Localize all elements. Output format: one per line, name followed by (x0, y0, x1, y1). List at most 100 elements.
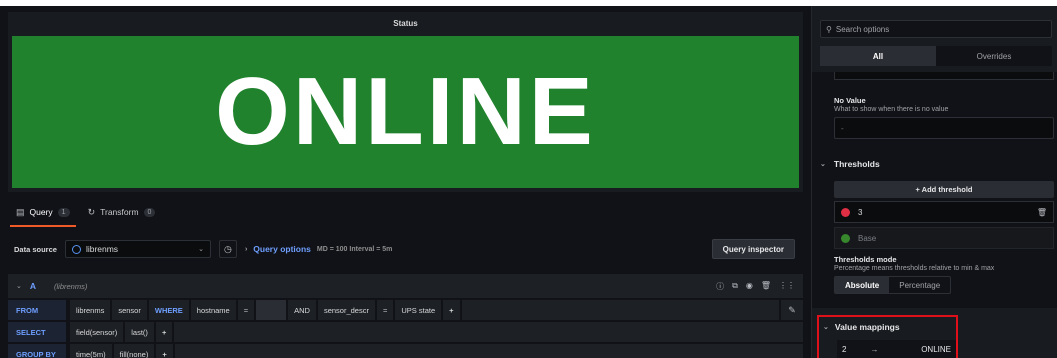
mode-percentage[interactable]: Percentage (889, 277, 950, 293)
search-input[interactable] (835, 24, 1036, 34)
add-select-button[interactable]: + (155, 322, 173, 342)
database-icon: ▤ (16, 206, 25, 217)
where-keyword: WHERE (148, 300, 189, 320)
where-value-redacted[interactable] (256, 300, 287, 320)
where-tag-hostname[interactable]: hostname (190, 300, 236, 320)
groupby-fill[interactable]: fill(none) (113, 344, 155, 358)
query-header[interactable]: ⌄ A (librenms) ⓘ ⧉ ◉ 🗑 ⋮⋮ (8, 274, 803, 298)
panel-title[interactable]: Status (8, 12, 803, 36)
chevron-down-icon: ⌄ (820, 161, 826, 168)
datasource-row: Data source librenms ⌄ ◷ › Query options… (8, 234, 803, 264)
pencil-icon: ✎ (788, 304, 796, 315)
datasource-icon (71, 244, 81, 254)
value-mapping-row[interactable]: 2 → ONLINE (837, 340, 956, 358)
groupby-time[interactable]: time(5m) (70, 344, 112, 358)
editor-area: Status ONLINE ▤ Query 1 ↻ Transform 0 Da… (0, 6, 811, 358)
add-where-button[interactable]: + (443, 300, 460, 320)
query-options-toggle[interactable]: › Query options MD = 100 Interval = 5m (245, 244, 392, 254)
no-value-desc: What to show when there is no value (834, 106, 949, 113)
tab-transform-label: Transform (100, 207, 139, 217)
value-mappings-highlight: ⌄ Value mappings 2 → ONLINE (817, 315, 958, 358)
select-aggregation[interactable]: last() (125, 322, 154, 342)
and-keyword[interactable]: AND (288, 300, 316, 320)
query-letter[interactable]: A (30, 281, 36, 291)
tab-query[interactable]: ▤ Query 1 (10, 200, 76, 227)
query-inspector-button[interactable]: Query inspector (711, 239, 795, 259)
query-options-meta: MD = 100 Interval = 5m (316, 245, 393, 253)
where-operator-2[interactable]: = (376, 300, 394, 320)
query-row-a: ⌄ A (librenms) ⓘ ⧉ ◉ 🗑 ⋮⋮ FROM librenms … (8, 274, 803, 358)
thresholds-mode-radio: Absolute Percentage (834, 276, 952, 294)
arrow-right-icon: → (870, 344, 879, 354)
value-mappings-header[interactable]: ⌄ Value mappings (823, 322, 900, 332)
editor-tabs: ▤ Query 1 ↻ Transform 0 (8, 200, 156, 227)
previous-field-box[interactable] (834, 72, 1054, 80)
value-mappings-section: ⌄ Value mappings 2 → ONLINE (812, 308, 1057, 358)
chevron-right-icon: › (244, 245, 248, 253)
panel-preview: Status ONLINE (8, 12, 803, 192)
where-operator-1[interactable]: = (237, 300, 255, 320)
threshold-value[interactable]: 3 (858, 208, 1029, 217)
query-datasource: (librenms) (54, 281, 88, 291)
tab-query-label: Query (29, 207, 53, 217)
stat-value-box: ONLINE (12, 36, 799, 188)
no-value-label: No Value (834, 96, 866, 105)
from-database[interactable]: librenms (70, 300, 111, 320)
chevron-down-icon: ⌄ (198, 246, 204, 253)
mode-absolute[interactable]: Absolute (835, 277, 890, 293)
edit-raw-query-button[interactable]: ✎ (781, 300, 803, 320)
help-icon[interactable]: ⓘ (716, 281, 724, 292)
options-switch: All Overrides (820, 46, 1052, 66)
from-keyword: FROM (8, 300, 66, 320)
clock-icon: ◷ (224, 243, 232, 254)
duplicate-icon[interactable]: ⧉ (732, 281, 738, 292)
grafana-panel-editor: Status ONLINE ▤ Query 1 ↻ Transform 0 Da… (0, 6, 1057, 358)
options-pane: ⚲ All Overrides No Value What to show wh… (811, 6, 1057, 358)
select-field[interactable]: field(sensor) (70, 322, 124, 342)
threshold-base: Base (834, 227, 1054, 249)
value-mappings-title: Value mappings (834, 322, 900, 332)
add-groupby-button[interactable]: + (156, 344, 173, 358)
datasource-name: librenms (85, 244, 119, 254)
mapping-from-value: 2 (842, 344, 847, 354)
where-value-ups-state[interactable]: UPS state (395, 300, 442, 320)
datasource-help-button[interactable]: ◷ (218, 240, 237, 258)
chevron-down-icon: ⌄ (823, 324, 829, 331)
transform-icon: ↻ (87, 206, 96, 217)
switch-overrides[interactable]: Overrides (936, 46, 1052, 66)
query-actions: ⓘ ⧉ ◉ 🗑 ⋮⋮ (716, 281, 795, 292)
where-tag-sensor-descr[interactable]: sensor_descr (317, 300, 375, 320)
stat-value: ONLINE (215, 58, 596, 165)
query-select-row: SELECT field(sensor) last() + (8, 322, 803, 342)
thresholds-mode-label: Thresholds mode (834, 255, 897, 264)
trash-icon[interactable]: 🗑 (761, 281, 771, 292)
switch-all[interactable]: All (820, 46, 936, 66)
thresholds-title: Thresholds (833, 159, 880, 169)
threshold-color-dot[interactable] (841, 233, 850, 243)
from-measurement[interactable]: sensor (112, 300, 147, 320)
search-icon: ⚲ (826, 24, 832, 34)
tab-transform-count: 0 (143, 207, 156, 217)
row-filler (174, 322, 803, 342)
chevron-down-icon[interactable]: ⌄ (16, 282, 22, 290)
datasource-select[interactable]: librenms ⌄ (64, 240, 211, 258)
query-groupby-row: GROUP BY time(5m) fill(none) + (8, 344, 803, 358)
datasource-label: Data source (14, 244, 57, 254)
mapping-to-text: ONLINE (921, 344, 951, 354)
no-value-input[interactable] (834, 117, 1054, 139)
drag-handle-icon[interactable]: ⋮⋮ (779, 281, 795, 292)
search-options[interactable]: ⚲ (820, 20, 1052, 38)
thresholds-header[interactable]: ⌄ Thresholds (820, 159, 880, 169)
threshold-step[interactable]: 3 🗑 (834, 201, 1054, 223)
threshold-base-label: Base (858, 233, 877, 243)
trash-icon[interactable]: 🗑 (1037, 208, 1047, 217)
threshold-color-dot[interactable] (841, 207, 850, 217)
tab-transform[interactable]: ↻ Transform 0 (88, 200, 156, 224)
thresholds-mode-desc: Percentage means thresholds relative to … (834, 265, 995, 272)
options-scroll: No Value What to show when there is no v… (812, 72, 1057, 358)
row-filler (461, 300, 779, 320)
add-threshold-button[interactable]: + Add threshold (834, 181, 1054, 198)
thresholds-mode: Thresholds mode Percentage means thresho… (834, 255, 1056, 294)
no-value-option: No Value What to show when there is no v… (834, 96, 1054, 139)
eye-icon[interactable]: ◉ (746, 281, 753, 292)
